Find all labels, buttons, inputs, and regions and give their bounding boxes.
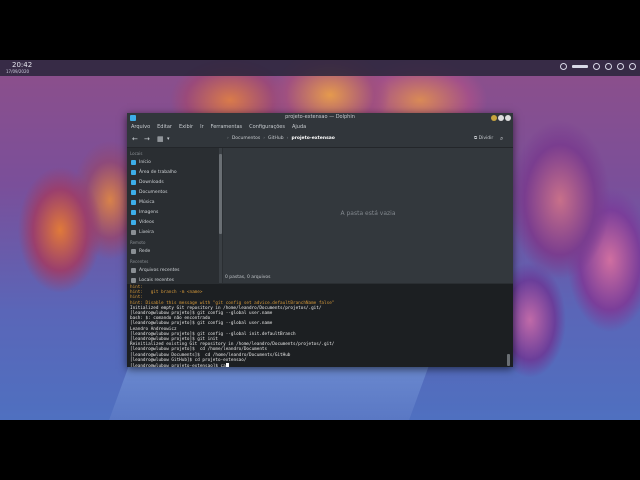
view-mode-chevron-icon[interactable]: ▾ bbox=[167, 135, 170, 143]
folder-icon bbox=[131, 248, 136, 254]
network-icon[interactable] bbox=[560, 63, 567, 70]
menu-ferramentas[interactable]: Ferramentas bbox=[211, 123, 243, 132]
sidebar-item-label: Início bbox=[139, 159, 151, 165]
sidebar-item[interactable]: Vídeos bbox=[127, 217, 219, 227]
empty-folder-message: A pasta está vazia bbox=[340, 210, 396, 217]
close-button[interactable] bbox=[505, 115, 511, 121]
sidebar-item-label: Locais recentes bbox=[139, 277, 174, 283]
sidebar-item[interactable]: Música bbox=[127, 197, 219, 207]
sidebar-item[interactable]: Área de trabalho bbox=[127, 167, 219, 177]
sidebar-item-label: Arquivos recentes bbox=[139, 267, 180, 273]
letterbox-top bbox=[0, 0, 640, 60]
sidebar-item[interactable]: Documentos bbox=[127, 187, 219, 197]
breadcrumb: › Documentos › GitHub › projeto-extensao bbox=[227, 135, 335, 143]
notifications-icon[interactable] bbox=[617, 63, 624, 70]
activity-meter-icon bbox=[572, 65, 588, 68]
sidebar-item[interactable]: Arquivos recentes bbox=[127, 265, 219, 275]
top-panel: 20:42 17/09/2020 bbox=[0, 60, 640, 76]
folder-icon bbox=[131, 209, 136, 215]
terminal-line: [leandro@wlubow projeto-extensao]$ ca bbox=[130, 363, 506, 367]
sidebar-item[interactable]: Lixeira bbox=[127, 227, 219, 237]
status-bar: 0 pastas, 0 arquivos bbox=[223, 273, 513, 283]
system-tray bbox=[560, 63, 636, 70]
terminal-output: hint: hint: git branch -m <name> hint: hint… bbox=[130, 285, 506, 367]
folder-icon bbox=[131, 219, 136, 225]
breadcrumb-github[interactable]: GitHub bbox=[268, 135, 284, 143]
split-button[interactable]: ⧉ Dividir bbox=[474, 135, 493, 143]
breadcrumb-chevron-icon: › bbox=[263, 136, 266, 141]
menu-exibir[interactable]: Exibir bbox=[179, 123, 193, 132]
menubar: Arquivo Editar Exibir Ir Ferramentas Con… bbox=[127, 123, 513, 132]
sidebar-item-label: Lixeira bbox=[139, 229, 154, 235]
cpu-monitor-icon[interactable] bbox=[593, 63, 600, 70]
terminal-panel[interactable]: hint: hint: git branch -m <name> hint: hint… bbox=[127, 284, 513, 367]
menu-configuracoes[interactable]: Configurações bbox=[249, 123, 285, 132]
sidebar-section-header: Remoto bbox=[130, 240, 146, 245]
maximize-button[interactable] bbox=[498, 115, 504, 121]
clock-date: 17/09/2020 bbox=[6, 69, 30, 74]
breadcrumb-documentos[interactable]: Documentos bbox=[232, 135, 260, 143]
breadcrumb-chevron-icon: › bbox=[286, 136, 289, 141]
window-title: projeto-extensao — Dolphin bbox=[285, 114, 355, 120]
split-button-label: Dividir bbox=[478, 136, 494, 141]
menu-ajuda[interactable]: Ajuda bbox=[292, 123, 306, 132]
folder-icon bbox=[131, 277, 136, 283]
forward-arrow-icon[interactable]: → bbox=[144, 135, 150, 143]
places-sidebar: Locais Início Área de trabalho Downloads Doc… bbox=[127, 148, 219, 283]
folder-icon bbox=[131, 159, 136, 165]
wallpaper-floor bbox=[109, 360, 431, 420]
menu-ir[interactable]: Ir bbox=[200, 123, 204, 132]
sidebar-item-label: Downloads bbox=[139, 179, 164, 185]
sidebar-item[interactable]: Downloads bbox=[127, 177, 219, 187]
dolphin-window: projeto-extensao — Dolphin Arquivo Edita… bbox=[127, 113, 513, 367]
back-arrow-icon[interactable]: ← bbox=[132, 135, 138, 143]
sidebar-item[interactable]: Locais recentes bbox=[127, 275, 219, 283]
sidebar-section-header: Locais bbox=[130, 151, 143, 156]
folder-icon bbox=[131, 229, 136, 235]
view-grid-icon[interactable]: ▦ bbox=[157, 135, 164, 143]
sidebar-item-label: Área de trabalho bbox=[139, 169, 177, 175]
power-icon[interactable] bbox=[629, 63, 636, 70]
sidebar-item-label: Rede bbox=[139, 248, 151, 254]
folder-icon bbox=[131, 199, 136, 205]
folder-icon bbox=[131, 169, 136, 175]
terminal-cursor bbox=[225, 363, 229, 367]
sidebar-item-label: Imagens bbox=[139, 209, 159, 215]
sidebar-item[interactable]: Início bbox=[127, 157, 219, 167]
sidebar-section-header: Recentes bbox=[130, 259, 149, 264]
window-titlebar[interactable]: projeto-extensao — Dolphin bbox=[127, 113, 513, 123]
folder-icon bbox=[131, 189, 136, 195]
terminal-line-text: [leandro@wlubow projeto-extensao]$ ca bbox=[130, 364, 226, 367]
sidebar-item-label: Vídeos bbox=[139, 219, 155, 225]
file-view[interactable]: A pasta está vazia bbox=[223, 148, 513, 283]
toolbar: ← → ▦ ▾ › Documentos › GitHub › projeto-… bbox=[127, 132, 513, 148]
terminal-scrollbar-thumb[interactable] bbox=[507, 354, 510, 366]
sidebar-item[interactable]: Imagens bbox=[127, 207, 219, 217]
folder-icon bbox=[131, 179, 136, 185]
volume-icon[interactable] bbox=[605, 63, 612, 70]
letterbox-bottom bbox=[0, 420, 640, 480]
sidebar-scrollbar-thumb[interactable] bbox=[219, 154, 222, 234]
folder-icon bbox=[131, 267, 136, 273]
menu-arquivo[interactable]: Arquivo bbox=[131, 123, 150, 132]
menu-editar[interactable]: Editar bbox=[157, 123, 172, 132]
clock-time[interactable]: 20:42 bbox=[12, 62, 32, 69]
sidebar-item[interactable]: Rede bbox=[127, 246, 219, 256]
sidebar-scrollbar[interactable] bbox=[219, 148, 222, 283]
breadcrumb-projeto-extensao[interactable]: projeto-extensao bbox=[291, 135, 334, 143]
status-text: 0 pastas, 0 arquivos bbox=[225, 275, 271, 280]
sidebar-item-label: Música bbox=[139, 199, 155, 205]
sidebar-item-label: Documentos bbox=[139, 189, 168, 195]
breadcrumb-chevron-icon: › bbox=[227, 136, 229, 141]
minimize-button[interactable] bbox=[491, 115, 497, 121]
search-icon[interactable]: ⌕ bbox=[500, 135, 503, 143]
